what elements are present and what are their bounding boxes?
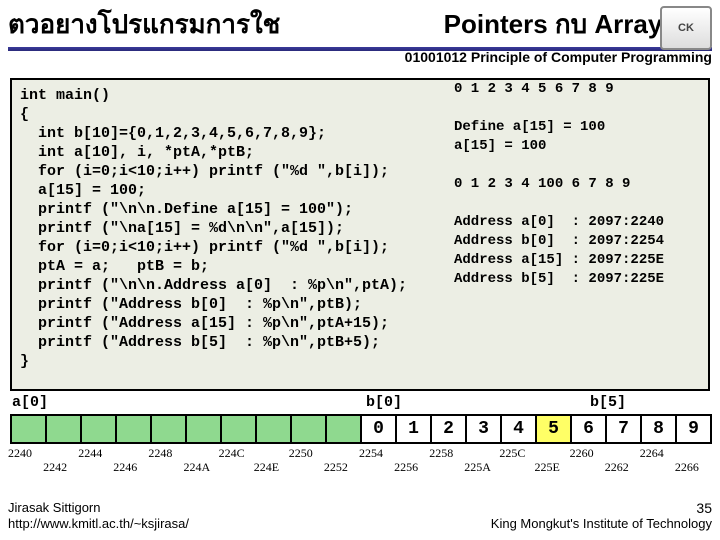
label-a0: a[0] [12, 394, 48, 411]
address-label: 2250 [289, 446, 313, 461]
memory-cell: 6 [570, 414, 605, 444]
memory-cell: 5 [535, 414, 570, 444]
memory-cell [185, 414, 220, 444]
author-url: http://www.kmitl.ac.th/~ksjirasa/ [8, 516, 189, 532]
memory-cell [10, 414, 45, 444]
memory-cell [255, 414, 290, 444]
footer-right: 35 King Mongkut's Institute of Technolog… [491, 500, 712, 532]
footer-left: Jirasak Sittigorn http://www.kmitl.ac.th… [8, 500, 189, 532]
memory-cell [290, 414, 325, 444]
memory-cell [45, 414, 80, 444]
label-b0: b[0] [366, 394, 402, 411]
memory-cell: 7 [605, 414, 640, 444]
address-label: 2266 [675, 460, 699, 475]
address-label: 224A [184, 460, 211, 475]
address-label: 2254 [359, 446, 383, 461]
memory-cell: 4 [500, 414, 535, 444]
memory-cell: 9 [675, 414, 712, 444]
address-label: 2262 [605, 460, 629, 475]
address-label: 2244 [78, 446, 102, 461]
memory-cell: 1 [395, 414, 430, 444]
logo-badge: CK [660, 6, 712, 50]
memory-cell: 8 [640, 414, 675, 444]
memory-cell: 0 [360, 414, 395, 444]
memory-cell [220, 414, 255, 444]
label-b5: b[5] [590, 394, 626, 411]
memory-cell [325, 414, 360, 444]
address-label: 224C [219, 446, 245, 461]
memory-cell [150, 414, 185, 444]
address-label: 225A [464, 460, 491, 475]
address-label: 2258 [429, 446, 453, 461]
address-label: 2252 [324, 460, 348, 475]
memory-row: 0123456789 [10, 414, 712, 444]
address-label: 2246 [113, 460, 137, 475]
title-right-main: Pointers กบ Arrays [444, 9, 677, 39]
page-number: 35 [491, 500, 712, 516]
memory-cell [80, 414, 115, 444]
address-label: 225C [499, 446, 525, 461]
address-label: 2248 [148, 446, 172, 461]
address-label: 2260 [570, 446, 594, 461]
memory-cell [115, 414, 150, 444]
title-left: ตวอยางโปรแกรมการใช [8, 4, 280, 45]
memory-cell: 2 [430, 414, 465, 444]
course-code: 01001012 Principle of Computer Programmi… [0, 49, 720, 65]
institution: King Mongkut's Institute of Technology [491, 516, 712, 532]
address-label: 2242 [43, 460, 67, 475]
address-label: 2256 [394, 460, 418, 475]
address-label: 224E [254, 460, 279, 475]
address-label: 2264 [640, 446, 664, 461]
memory-cell: 3 [465, 414, 500, 444]
address-label: 225E [535, 460, 560, 475]
program-output: 0 1 2 3 4 5 6 7 8 9 Define a[15] = 100 a… [454, 80, 704, 289]
author-name: Jirasak Sittigorn [8, 500, 189, 516]
address-label: 2240 [8, 446, 32, 461]
